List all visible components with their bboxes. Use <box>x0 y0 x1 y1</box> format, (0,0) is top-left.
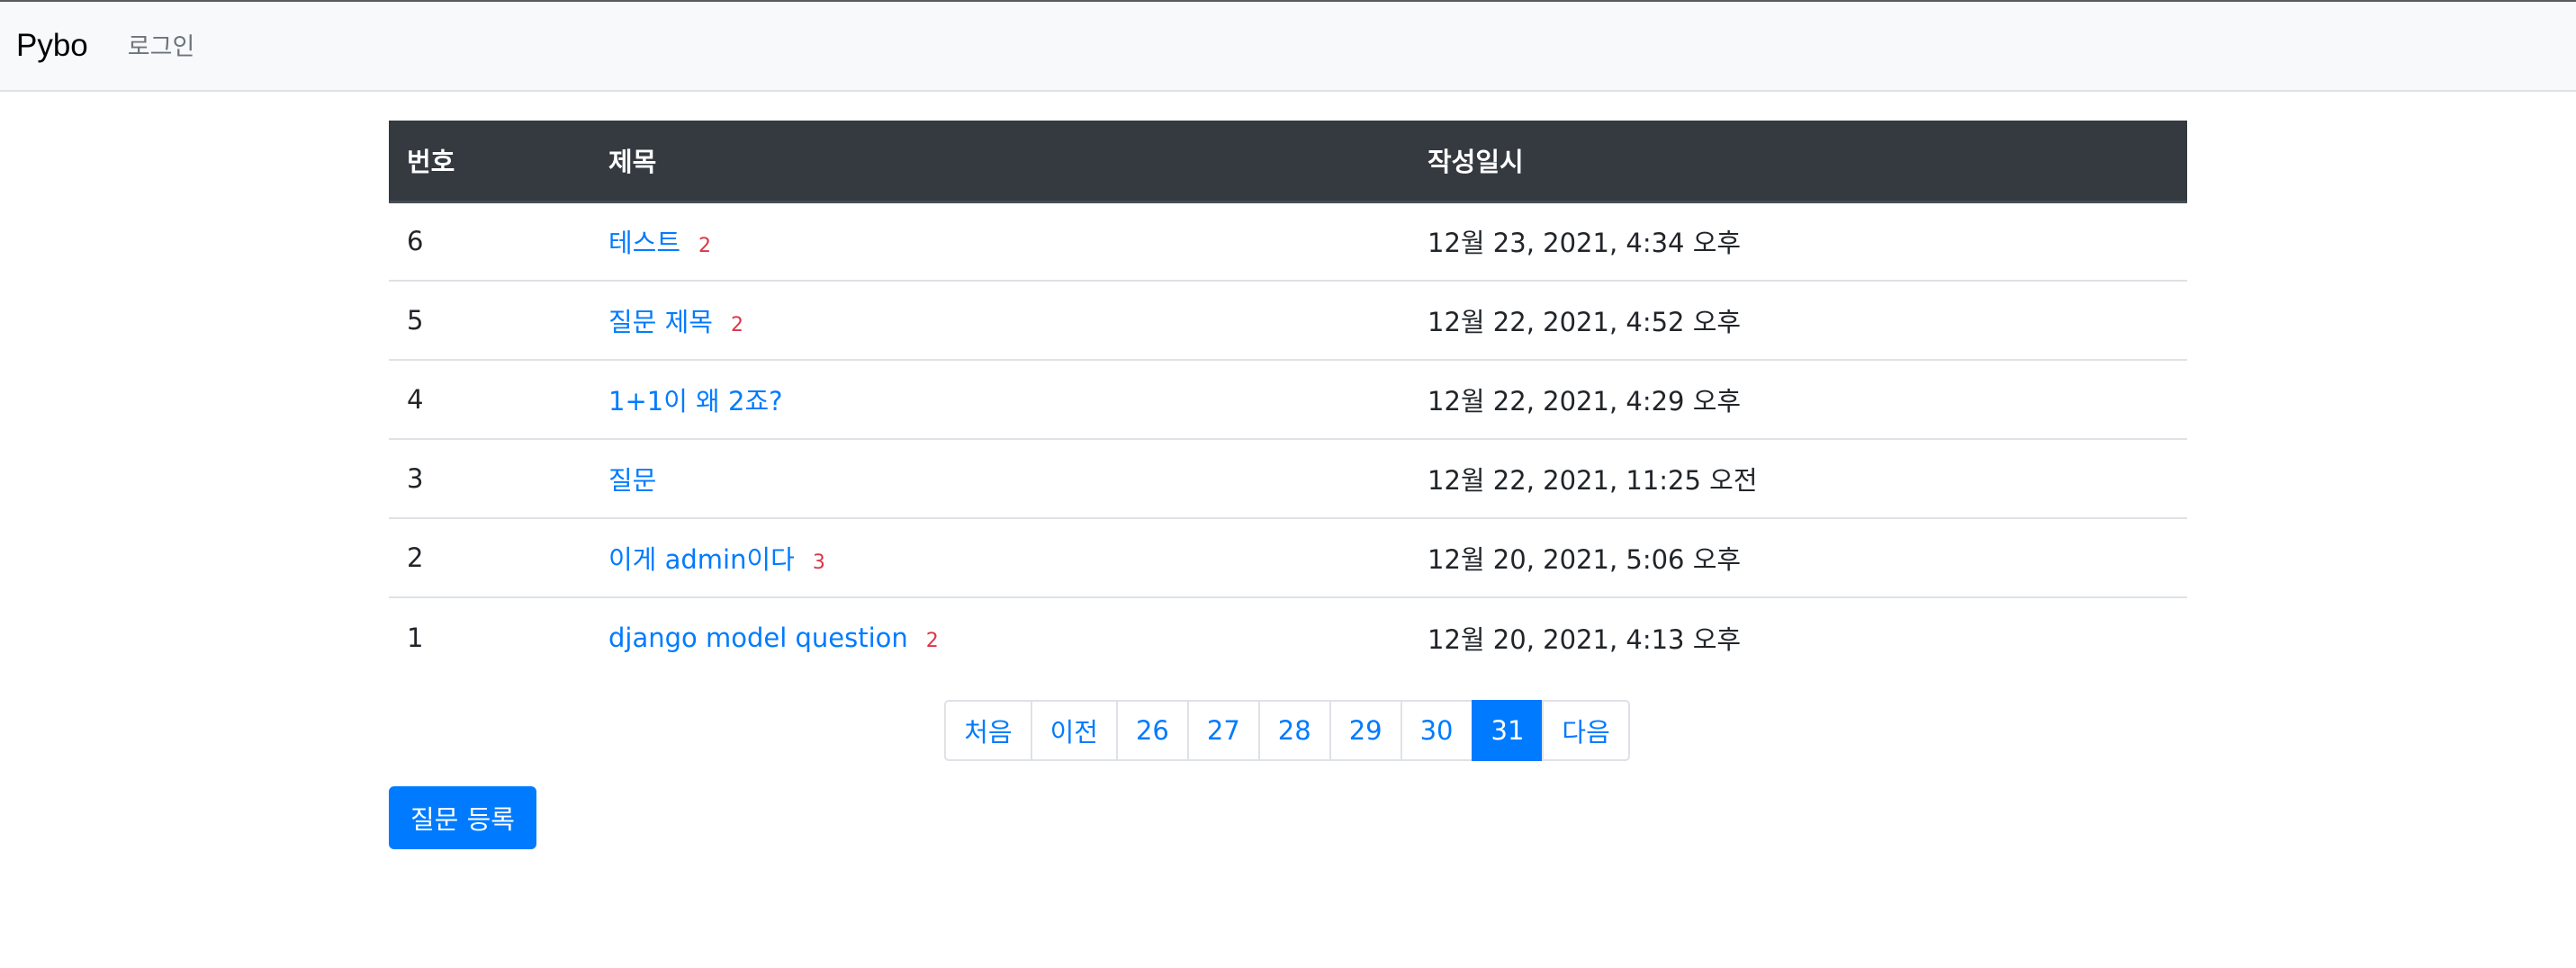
page-current-button[interactable]: 31 <box>1471 700 1545 761</box>
question-link[interactable]: 테스트 <box>608 228 680 258</box>
page-number-button[interactable]: 30 <box>1400 700 1473 761</box>
create-question-button[interactable]: 질문 등록 <box>389 786 536 849</box>
header-number: 번호 <box>389 121 590 203</box>
question-link[interactable]: 질문 <box>608 465 656 496</box>
row-date: 12월 23, 2021, 4:34 오후 <box>1410 202 2187 282</box>
page-next-button[interactable]: 다음 <box>1542 700 1630 761</box>
table-row: 1 django model question 2 12월 20, 2021, 4… <box>389 597 2187 677</box>
table-row: 5 질문 제목 2 12월 22, 2021, 4:52 오후 <box>389 281 2187 361</box>
question-table: 번호 제목 작성일시 6 테스트 2 12월 23, 2021, 4:34 오후 … <box>389 121 2187 677</box>
row-number: 1 <box>407 622 424 653</box>
page-number-button[interactable]: 27 <box>1186 700 1260 761</box>
table-row: 2 이게 admin이다 3 12월 20, 2021, 5:06 오후 <box>389 518 2187 598</box>
header-subject: 제목 <box>590 121 1410 203</box>
pagination: 처음 이전 26 27 28 29 30 31 다음 <box>389 700 2187 761</box>
row-number: 4 <box>389 360 590 440</box>
question-link[interactable]: 질문 제목 <box>608 307 713 337</box>
login-link[interactable]: 로그인 <box>128 27 195 62</box>
table-row: 6 테스트 2 12월 23, 2021, 4:34 오후 <box>389 202 2187 282</box>
page-number-button[interactable]: 29 <box>1329 700 1402 761</box>
row-date: 12월 22, 2021, 4:52 오후 <box>1410 281 2187 361</box>
header-date: 작성일시 <box>1410 121 2187 203</box>
row-date: 12월 20, 2021, 4:13 오후 <box>1428 623 1742 655</box>
page-first-button[interactable]: 처음 <box>944 700 1032 761</box>
row-number: 2 <box>389 518 590 598</box>
question-link[interactable]: 이게 admin이다 <box>608 544 795 575</box>
answer-count: 3 <box>812 551 825 574</box>
table-header: 번호 제목 작성일시 <box>389 121 2187 203</box>
page-prev-button[interactable]: 이전 <box>1030 700 1118 761</box>
main-container: 번호 제목 작성일시 6 테스트 2 12월 23, 2021, 4:34 오후 … <box>389 121 2187 849</box>
answer-count: 2 <box>730 314 743 336</box>
row-date: 12월 20, 2021, 5:06 오후 <box>1410 518 2187 598</box>
navbar: Pybo 로그인 <box>0 2 2576 92</box>
table-row: 3 질문 12월 22, 2021, 11:25 오전 <box>389 439 2187 519</box>
row-number: 6 <box>389 202 590 282</box>
answer-count: 2 <box>925 629 939 652</box>
page-number-button[interactable]: 26 <box>1115 700 1189 761</box>
table-row: 4 1+1이 왜 2죠? 12월 22, 2021, 4:29 오후 <box>389 360 2187 440</box>
row-date: 12월 22, 2021, 4:29 오후 <box>1410 360 2187 440</box>
row-number: 3 <box>389 439 590 519</box>
answer-count: 2 <box>698 235 712 258</box>
row-number: 5 <box>389 281 590 361</box>
brand-link[interactable]: Pybo <box>16 28 88 64</box>
row-date: 12월 22, 2021, 11:25 오전 <box>1410 439 2187 519</box>
question-link[interactable]: django model question <box>608 623 908 653</box>
page-number-button[interactable]: 28 <box>1257 700 1331 761</box>
table-body: 6 테스트 2 12월 23, 2021, 4:34 오후 5 질문 제목 2 12… <box>389 202 2187 677</box>
question-link[interactable]: 1+1이 왜 2죠? <box>608 386 783 417</box>
